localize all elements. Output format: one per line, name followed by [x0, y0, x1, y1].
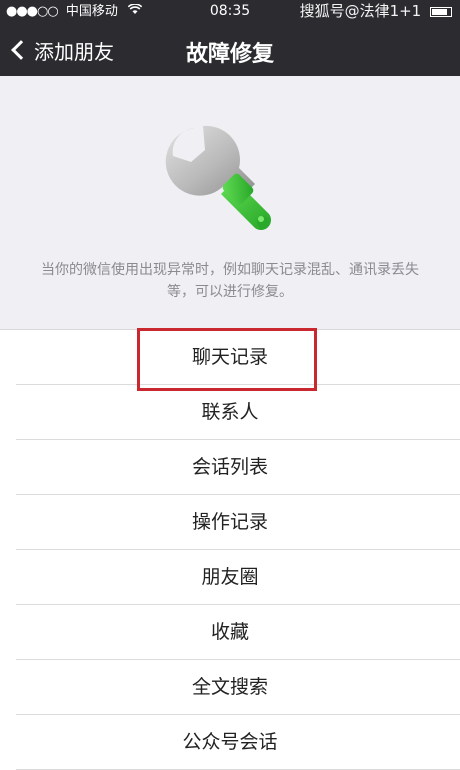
- navigation-bar: 添加朋友 故障修复: [0, 24, 460, 76]
- repair-description: 当你的微信使用出现异常时，例如聊天记录混乱、通讯录丢失等，可以进行修复。: [41, 262, 419, 300]
- repair-header: 当你的微信使用出现异常时，例如聊天记录混乱、通讯录丢失等，可以进行修复。: [0, 76, 460, 330]
- option-operation-log[interactable]: 操作记录: [0, 495, 460, 550]
- watermark-text: 搜狐号@法律1+1: [299, 2, 422, 20]
- wrench-icon: [165, 125, 272, 231]
- option-full-text-search[interactable]: 全文搜索: [0, 660, 460, 715]
- watermark: 搜狐号@法律1+1: [300, 0, 452, 22]
- battery-icon: [430, 6, 452, 17]
- option-official-account-chats[interactable]: 公众号会话: [0, 715, 460, 770]
- repair-options-list: 聊天记录 联系人 会话列表 操作记录 朋友圈 收藏 全文搜索 公众号会话: [0, 330, 460, 770]
- option-chat-list[interactable]: 会话列表: [0, 440, 460, 495]
- option-contacts[interactable]: 联系人: [0, 385, 460, 440]
- option-moments[interactable]: 朋友圈: [0, 550, 460, 605]
- option-chat-history[interactable]: 聊天记录: [0, 330, 460, 385]
- page-title: 故障修复: [185, 42, 274, 67]
- option-favorites[interactable]: 收藏: [0, 605, 460, 660]
- top-bar: ●●●○○ 中国移动 08:35 搜狐号@法律1+1 添加朋友 故障修复: [0, 0, 460, 76]
- status-bar: ●●●○○ 中国移动 08:35 搜狐号@法律1+1: [0, 0, 460, 22]
